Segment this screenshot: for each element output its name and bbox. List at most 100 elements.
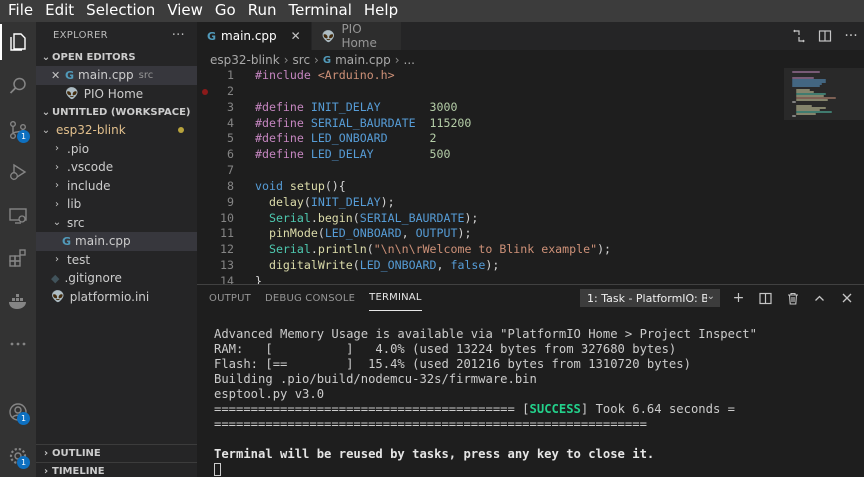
tree-item[interactable]: › .vscode [36,158,197,177]
extensions-icon[interactable] [0,240,36,276]
tab-label: main.cpp [221,29,277,43]
menu-go[interactable]: Go [209,0,242,22]
breadcrumb-item[interactable]: ... [404,53,415,67]
account-icon[interactable]: 1 [0,394,36,430]
close-icon[interactable]: ✕ [51,69,65,82]
tab-terminal[interactable]: TERMINAL [369,285,422,311]
tree-item-label: .pio [67,141,90,156]
breadcrumb-item[interactable]: src [293,53,311,67]
compare-changes-icon[interactable] [786,22,812,50]
menu-help[interactable]: Help [358,0,404,22]
minimap-viewport[interactable] [784,68,864,120]
code-line: 8 void setup(){ [197,179,864,195]
notification-badge: 1 [17,130,30,143]
open-editor-item[interactable]: 👽 PIO Home [36,85,197,104]
open-editor-item[interactable]: ✕ Gmain.cpp src [36,66,197,85]
menu-edit[interactable]: Edit [39,0,80,22]
tab-label: PIO Home [341,22,377,50]
more-icon[interactable] [0,326,36,362]
workspace-section[interactable]: ⌄ UNTITLED (WORKSPACE) [36,103,197,121]
remote-explorer-icon[interactable] [0,198,36,234]
trash-icon[interactable] [779,285,806,311]
close-panel-icon[interactable] [833,285,860,311]
source-control-icon[interactable]: 1 [0,112,36,148]
code-token: 3000 [429,99,458,114]
code-editor[interactable]: 1 #include <Arduino.h> 2 3 #define INIT_DELA… [197,68,864,284]
tab-pio-home[interactable]: 👽 PIO Home [311,22,402,50]
open-editors-section[interactable]: ⌄ OPEN EDITORS [36,48,197,66]
code-text: Serial.println("\n\n\rWelcome to Blink e… [255,242,611,258]
code-text: Serial.begin(SERIAL_BAURDATE); [255,211,478,227]
code-token: ); [597,242,612,257]
terminal-output[interactable]: Advanced Memory Usage is available via "… [214,327,757,477]
menu-run[interactable]: Run [242,0,283,22]
code-line: 5 #define LED_ONBOARD 2 [197,131,864,147]
code-token: SERIAL_BAURDATE [310,115,430,130]
code-token: 500 [429,147,451,162]
tree-item[interactable]: › test [36,251,197,270]
open-editor-label: main.cpp [78,68,134,83]
tree-item[interactable]: › include [36,177,197,196]
menu-file[interactable]: File [2,0,39,22]
terminal-cursor [214,463,221,476]
separator-text: ========================================… [214,402,530,416]
breadcrumb-item[interactable]: esp32-blink [210,53,280,67]
tree-item[interactable]: ⌄ src [36,214,197,233]
code-token: Serial [268,210,311,225]
tab-output[interactable]: OUTPUT [209,285,251,311]
line-number: 10 [220,210,234,225]
terminal-line: RAM: [ ] 4.0% (used 13224 bytes from 327… [214,342,677,356]
tab-main-cpp[interactable]: G main.cpp ✕ [197,22,312,50]
explorer-icon[interactable] [0,24,36,60]
breadcrumb-item[interactable]: main.cpp [335,53,391,67]
maximize-panel-icon[interactable] [806,285,833,311]
terminal-task-select[interactable]: 1: Task - PlatformIO: Bu ⌄ [580,289,720,307]
menu-terminal[interactable]: Terminal [283,0,358,22]
chevron-right-icon: › [55,254,59,266]
chevron-right-icon: › [55,161,59,173]
more-actions-icon[interactable]: ··· [838,22,864,50]
code-token: false [450,258,486,273]
code-line: 10 Serial.begin(SERIAL_BAURDATE); [197,211,864,227]
new-terminal-icon[interactable]: + [725,285,752,311]
split-terminal-icon[interactable] [752,285,779,311]
code-token: Serial [268,242,311,257]
tree-item-label: .vscode [67,160,114,175]
explorer-more-button[interactable]: ··· [172,28,185,43]
chevron-right-icon: › [43,466,49,477]
search-icon[interactable] [0,68,36,104]
line-number: 9 [227,194,234,209]
tree-item[interactable]: ⌄ esp32-blink [36,121,197,140]
manage-gear-icon[interactable]: 1 [0,438,36,474]
open-editor-detail: src [138,69,154,81]
code-token: setup [289,178,325,193]
code-token: SERIAL_BAURDATE [359,210,465,225]
run-debug-icon[interactable] [0,154,36,190]
split-editor-icon[interactable] [812,22,838,50]
tab-debug-console[interactable]: DEBUG CONSOLE [265,285,355,311]
tree-item[interactable]: ◆ .gitignore [36,269,197,288]
docker-icon[interactable] [0,284,36,320]
tree-item-label: esp32-blink [56,123,126,138]
tree-item[interactable]: › .pio [36,140,197,159]
menu-view[interactable]: View [161,0,209,22]
line-number: 2 [227,83,234,98]
tree-item[interactable]: › lib [36,195,197,214]
tree-item[interactable]: 👽 platformio.ini [36,288,197,307]
explorer-header: EXPLORER ··· [36,22,197,48]
menu-selection[interactable]: Selection [80,0,161,22]
chevron-right-icon: › [55,180,59,192]
code-token: ( [352,210,360,225]
code-line: 12 Serial.println("\n\n\rWelcome to Blin… [197,242,864,258]
outline-section[interactable]: › OUTLINE [36,444,197,462]
tree-item[interactable]: Gmain.cpp [36,232,197,251]
close-icon[interactable]: ✕ [291,29,301,43]
cpp-file-icon: G [207,29,217,43]
timeline-section[interactable]: › TIMELINE [36,462,197,477]
code-token: void [255,178,290,193]
breadcrumb: esp32-blink › src › G main.cpp › ... [197,50,864,70]
minimap[interactable] [784,68,864,284]
code-text: digitalWrite(LED_ONBOARD, false); [255,258,499,274]
